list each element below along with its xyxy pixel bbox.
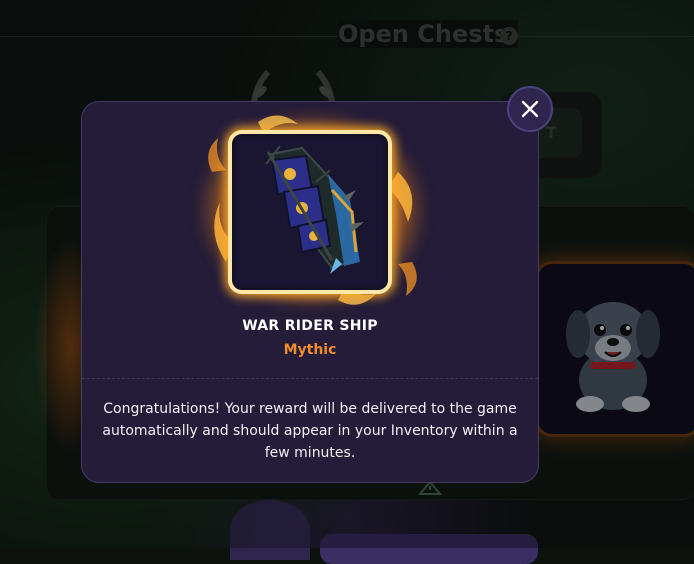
reward-message: Congratulations! Your reward will be del… xyxy=(102,401,518,461)
modal-divider xyxy=(82,378,538,379)
item-frame-glow xyxy=(198,112,426,308)
war-rider-ship-icon xyxy=(265,145,364,274)
item-rarity: Mythic xyxy=(283,342,337,358)
close-icon[interactable] xyxy=(521,100,539,118)
item-name: WAR RIDER SHIP xyxy=(242,318,378,334)
close-button[interactable] xyxy=(507,86,553,132)
item-image-frame xyxy=(228,130,392,294)
